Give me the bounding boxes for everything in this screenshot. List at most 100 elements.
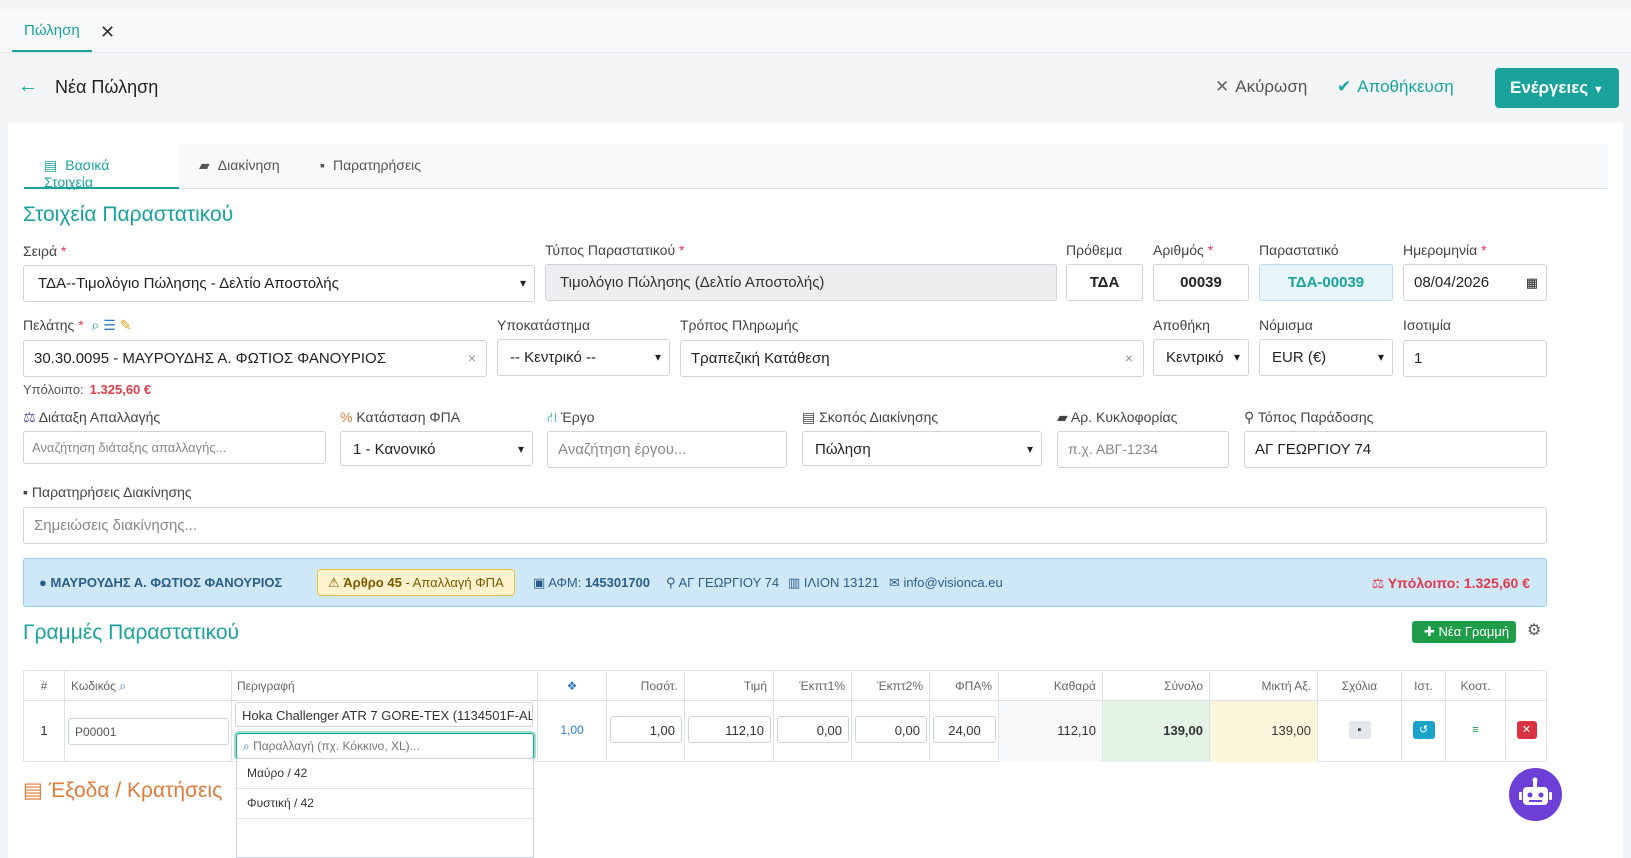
series-select[interactable]: ΤΔΑ--Τιμολόγιο Πώλησης - Δελτίο Αποστολή… [23,265,535,302]
window-tabbar: Πώληση ✕ [0,10,1631,53]
cubes-icon: ❖ [566,679,578,693]
customer-info-strip: ● ΜΑΥΡΟΥΔΗΣ Α. ΦΩΤΙΟΣ ΦΑΝΟΥΡΙΟΣ ⚠ Άρθρο … [23,558,1547,607]
warehouse-select[interactable]: Κεντρικό ▾ [1153,339,1249,376]
tab-transport-label: Διακίνηση [217,157,280,173]
scale-icon: ⚖ [1371,575,1385,591]
payment-label: Τρόπος Πληρωμής [680,317,799,333]
save-button[interactable]: ✔ Αποθήκευση [1337,77,1454,97]
gear-icon[interactable]: ⚙ [1527,620,1541,640]
rate-label: Ισοτιμία [1403,317,1452,333]
price-input[interactable]: 112,10 [688,716,771,743]
comment-icon[interactable]: ▪ [1348,721,1371,739]
delivery-label: ⚲ Τόπος Παράδοσης [1244,409,1373,426]
col-header: Έκπτ1% [774,671,852,700]
info-email[interactable]: info@visionca.eu [904,575,1003,590]
date-value: 08/04/2026 [1414,274,1490,291]
cell-cost: ≡ [1446,700,1506,762]
customer-field[interactable]: 30.30.0095 - ΜΑΥΡΟΥΔΗΣ Α. ΦΩΤΙΟΣ ΦΑΝΟΥΡΙ… [23,340,487,377]
dropdown-option[interactable]: Μαύρο / 42 [237,759,533,789]
branch-select[interactable]: -- Κεντρικό -- ▾ [497,339,670,376]
number-field[interactable]: 00039 [1153,264,1249,301]
chevron-down-icon: ▼ [1592,84,1604,96]
list-icon[interactable]: ☰ [103,317,116,333]
variant-search-input[interactable]: ⌕ Παραλλαγή (πχ. Κόκκινο, XL)... [236,733,534,759]
edit-icon[interactable]: ✎ [120,317,132,333]
vat-input[interactable]: 24,00 [933,716,996,743]
date-label: Ημερομηνία * [1403,242,1487,258]
code-input[interactable]: P00001 [68,718,229,745]
rate-field[interactable]: 1 [1403,340,1547,377]
col-header: Περιγραφή [232,671,538,700]
notes-label-text: Παρατηρήσεις Διακίνησης [31,484,192,500]
number-label-text: Αριθμός [1153,242,1204,258]
info-address: ΑΓ ΓΕΩΡΓΙΟΥ 74 [678,575,780,590]
doctype-label: Τύπος Παραστατικού * [545,242,685,258]
qty-input[interactable]: 1,00 [610,716,682,743]
envelope-icon: ✉ [889,575,900,590]
back-arrow-icon[interactable]: ← [18,75,38,98]
clear-icon[interactable]: × [468,350,476,366]
date-field[interactable]: 08/04/2026 ▦ [1403,264,1547,301]
search-icon[interactable]: ⌕ [92,317,100,333]
calendar-icon[interactable]: ▦ [1526,275,1538,291]
assistant-bot-button[interactable] [1509,768,1562,821]
doc-label: Παραστατικό [1259,242,1339,258]
tab-basic[interactable]: ▤ Βασικά Στοιχεία [24,144,179,190]
cell-comments: ▪ [1318,700,1402,762]
search-icon[interactable]: ⌕ [119,679,126,693]
currency-select[interactable]: EUR (€) ▾ [1259,339,1393,376]
exemption-search-input[interactable]: Αναζήτηση διάταξης απαλλαγής... [23,431,326,464]
plate-input[interactable]: π.χ. ΑΒΓ-1234 [1057,431,1229,468]
variant-dropdown: Μαύρο / 42 Φυστική / 42 [236,758,534,858]
variant-placeholder: Παραλλαγή (πχ. Κόκκινο, XL)... [253,739,420,753]
clear-icon[interactable]: × [1125,350,1133,366]
customer-name: ● ΜΑΥΡΟΥΔΗΣ Α. ΦΩΤΙΟΣ ΦΑΝΟΥΡΙΟΣ [39,575,282,590]
history-icon[interactable]: ↺ [1412,721,1435,739]
doc-number-field: ΤΔΑ-00039 [1259,264,1393,301]
purpose-value: Πώληση [815,441,871,458]
actions-label: Ενέργειες [1510,78,1589,97]
page-title: Νέα Πώληση [55,77,159,97]
actions-button[interactable]: Ενέργειες ▼ [1495,68,1619,108]
col-header: # [24,671,65,700]
vat-status-select[interactable]: 1 - Κανονικό ▾ [340,431,533,466]
cancel-button[interactable]: ✕ Ακύρωση [1215,77,1307,97]
doctype-value: Τιμολόγιο Πώλησης (Δελτίο Αποστολής) [560,274,825,291]
vat-value: 1 - Κανονικό [353,441,436,458]
email-info[interactable]: ✉ info@visionca.eu [889,575,1003,591]
save-label: Αποθήκευση [1357,77,1454,96]
cancel-label: Ακύρωση [1235,77,1308,96]
section-title-expenses: ▤ Έξοδα / Κρατήσεις [23,778,222,803]
page-header: ← Νέα Πώληση ✕ Ακύρωση ✔ Αποθήκευση Ενέργε… [0,53,1631,123]
project-search-input[interactable]: Αναζήτηση έργου... [547,431,787,468]
tab-transport[interactable]: ▰ Διακίνηση [179,144,300,189]
cell-factor[interactable]: 1,00 [538,700,607,762]
percent-icon: % [340,409,353,425]
delete-icon[interactable]: ✕ [1516,721,1537,739]
map-pin-icon: ⚲ [1244,409,1255,425]
clipboard-icon: ▤ [802,409,816,425]
currency-label: Νόμισμα [1259,317,1313,333]
disc2-input[interactable]: 0,00 [855,716,927,743]
cell-disc2: 0,00 [852,700,930,762]
disc1-input[interactable]: 0,00 [777,716,849,743]
payment-field[interactable]: Τραπεζική Κατάθεση × [680,340,1144,377]
warning-icon: ⚠ [328,575,340,590]
purpose-select[interactable]: Πώληση ▾ [802,431,1042,466]
scale-icon: ⚖ [23,409,36,425]
close-tab-icon[interactable]: ✕ [100,22,115,43]
description-input[interactable]: Hoka Challenger ATR 7 GORE-TEX (1134501F… [235,702,533,727]
comment-icon: ▪ [23,484,28,500]
delivery-input[interactable]: ΑΓ ΓΕΩΡΓΙΟΥ 74 [1244,431,1547,468]
new-line-button[interactable]: ✚ Νέα Γραμμή [1412,621,1516,643]
tab-sale[interactable]: Πώληση [12,10,92,52]
dropdown-option[interactable]: Φυστική / 42 [237,789,533,819]
building-icon: ▥ [788,575,801,590]
coins-icon[interactable]: ≡ [1465,721,1487,739]
chevron-down-icon: ▾ [1377,350,1384,364]
tab-notes[interactable]: ▪ Παρατηρήσεις [300,144,441,189]
search-icon: ⌕ [243,739,250,753]
warehouse-label: Αποθήκη [1153,317,1210,333]
info-name: ΜΑΥΡΟΥΔΗΣ Α. ΦΩΤΙΟΣ ΦΑΝΟΥΡΙΟΣ [50,575,283,590]
transport-notes-input[interactable]: Σημειώσεις διακίνησης... [23,507,1547,544]
